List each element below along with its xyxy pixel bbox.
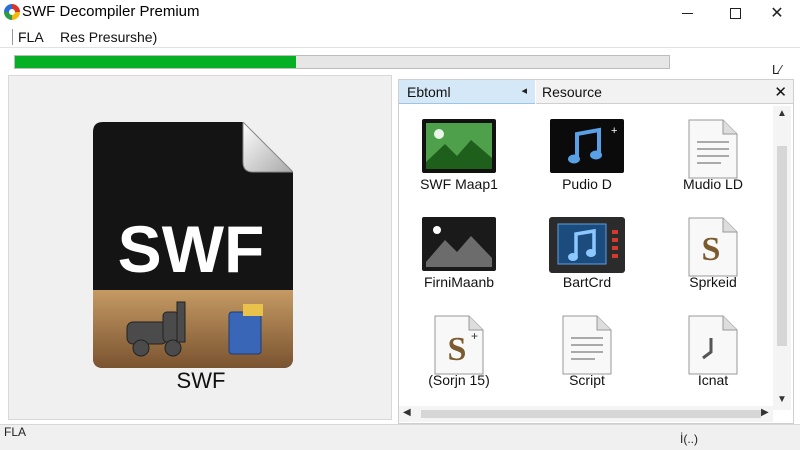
text-document-icon — [688, 119, 738, 179]
status-right-text: İ(..) — [680, 432, 698, 446]
resource-item[interactable]: FirniMaanb — [399, 208, 519, 304]
audio-file-icon: + — [550, 119, 624, 173]
svg-text:S: S — [448, 331, 467, 368]
dark-image-file-icon — [422, 217, 496, 271]
tab-resource-label: Resource — [542, 83, 602, 100]
resource-item[interactable]: SWF Maap1 — [399, 110, 519, 206]
text-document-icon — [562, 315, 612, 375]
svg-text:+: + — [471, 329, 478, 343]
scroll-left-icon[interactable]: ◀ — [403, 407, 411, 418]
tab-ebtoml[interactable]: Ebtoml ◂ — [399, 80, 535, 104]
scroll-down-icon[interactable]: ▼ — [777, 394, 787, 405]
resource-item[interactable]: BartCrd — [527, 208, 647, 304]
tab-resource[interactable]: Resource ✕ — [536, 80, 793, 104]
preview-caption: SWF — [176, 368, 226, 393]
resource-item-label: Sprkeid — [689, 274, 737, 290]
resource-item-label: SWF Maap1 — [420, 176, 498, 192]
panel-toggle-glyph[interactable]: L⁄ — [772, 62, 781, 77]
clock-document-icon — [688, 315, 738, 375]
status-bar: FLA İ(..) — [0, 424, 800, 450]
horizontal-scroll-thumb[interactable] — [421, 410, 761, 418]
scroll-up-icon[interactable]: ▲ — [777, 108, 787, 119]
swf-file-icon: SWF — [93, 122, 293, 368]
preview-panel: SWF SWF — [8, 75, 392, 420]
menu-bar: FLA Res Presurshe) — [0, 26, 800, 48]
resource-item[interactable]: + Pudio D — [527, 110, 647, 206]
title-bar: SWF Decompiler Premium ✕ — [0, 0, 800, 26]
progress-bar — [14, 55, 670, 69]
image-file-icon — [422, 119, 496, 173]
resource-item-label: Mudio LD — [683, 176, 743, 192]
close-icon: ✕ — [770, 5, 784, 22]
tab-ebtoml-label: Ebtoml — [407, 83, 451, 100]
resource-panel: Ebtoml ◂ Resource ✕ SWF Maap1 + Pudio D — [398, 79, 794, 424]
app-logo-icon — [4, 4, 20, 20]
vertical-scrollbar[interactable]: ▲ ▼ — [773, 106, 791, 410]
resource-item[interactable]: S + (Sorjn 15) — [399, 306, 519, 402]
menu-separator — [12, 29, 13, 45]
vertical-scroll-thumb[interactable] — [777, 146, 787, 346]
svg-text:+: + — [611, 125, 617, 137]
status-text: FLA — [4, 425, 27, 439]
resource-item-label: FirniMaanb — [423, 274, 495, 290]
resource-item-label: (Sorjn 15) — [428, 372, 490, 388]
window-title: SWF Decompiler Premium — [22, 3, 200, 20]
menu-item-fla[interactable]: FLA — [18, 29, 44, 45]
script-file-icon: S — [688, 217, 738, 277]
scroll-right-icon[interactable]: ▶ — [761, 407, 769, 418]
collapse-arrow-icon[interactable]: ◂ — [521, 84, 527, 97]
maximize-button[interactable] — [712, 0, 758, 26]
progress-fill — [15, 56, 297, 68]
maximize-icon — [729, 7, 741, 19]
close-button[interactable]: ✕ — [754, 0, 800, 26]
horizontal-scrollbar[interactable]: ◀ ▶ — [399, 406, 773, 422]
menu-item-resources[interactable]: Res Presurshe) — [60, 29, 157, 45]
resource-item-label: Icnat — [697, 372, 729, 388]
music-player-icon — [549, 217, 625, 273]
svg-text:S: S — [702, 231, 721, 268]
resource-item-label: Script — [569, 372, 605, 388]
swf-icon-text: SWF — [118, 212, 265, 286]
resource-item[interactable]: S Sprkeid — [653, 208, 773, 304]
script-file-icon: S + — [434, 315, 484, 375]
resource-item[interactable]: Mudio LD — [653, 110, 773, 206]
resource-item[interactable]: Script — [527, 306, 647, 402]
minimize-icon — [681, 12, 693, 14]
close-panel-icon[interactable]: ✕ — [774, 83, 787, 101]
resource-item-label: Pudio D — [562, 176, 612, 192]
resource-item[interactable]: Icnat — [653, 306, 773, 402]
resource-item-label: BartCrd — [562, 274, 612, 290]
minimize-button[interactable] — [664, 0, 710, 26]
